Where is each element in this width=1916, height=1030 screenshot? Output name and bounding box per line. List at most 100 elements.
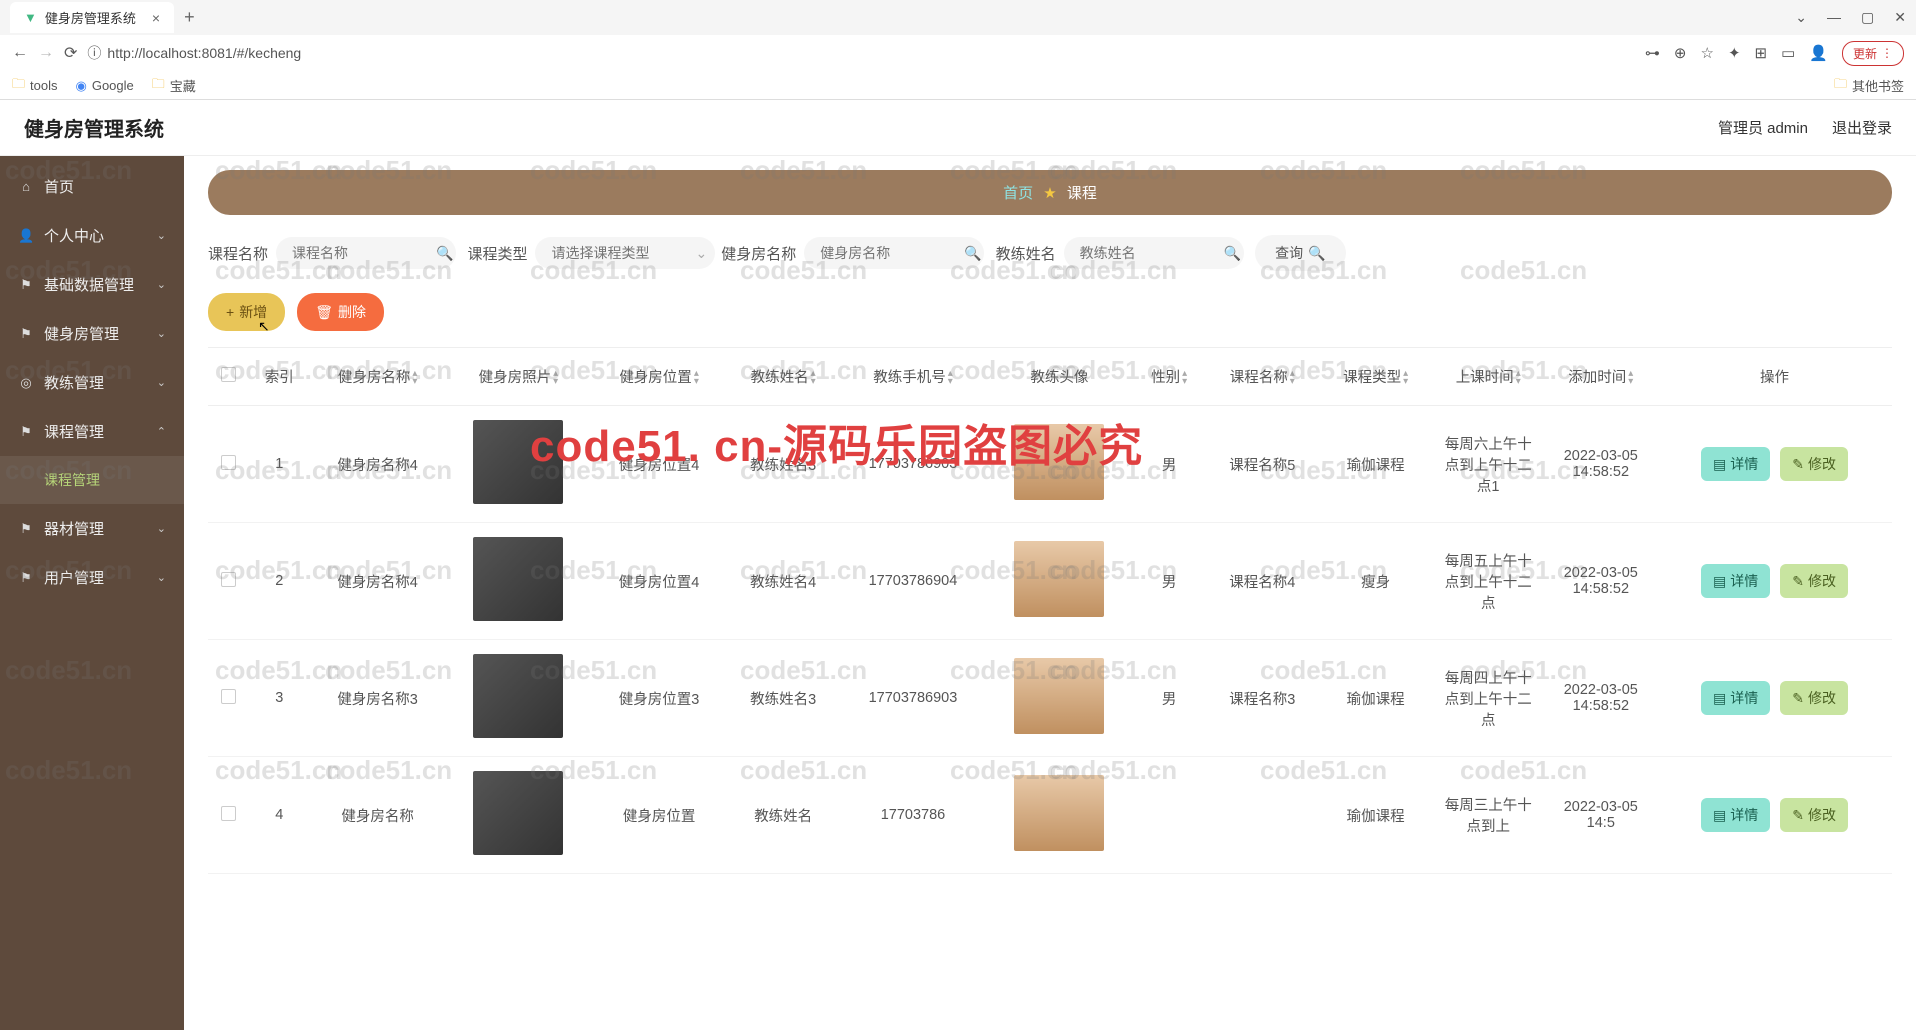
- browser-chrome: ▼ 健身房管理系统 × + ⌄ — ▢ ✕ ← → ⟳ ⓘ http://loc…: [0, 0, 1916, 100]
- detail-button[interactable]: ▤详情: [1701, 564, 1770, 598]
- sidebar-item-equipment[interactable]: ⚑ 器材管理 ⌄: [0, 504, 184, 553]
- table-header-row: 索引 健身房名称▴▾ 健身房照片▴▾ 健身房位置▴▾ 教练姓名▴▾ 教练手机号▴…: [208, 348, 1892, 406]
- search-coach-label: 教练姓名: [996, 243, 1056, 264]
- col-gym-photo[interactable]: 健身房照片▴▾: [445, 348, 592, 406]
- sidebar-item-basedata[interactable]: ⚑ 基础数据管理 ⌄: [0, 260, 184, 309]
- cell-photo: [445, 640, 592, 757]
- search-name-input[interactable]: [276, 237, 456, 269]
- col-gender[interactable]: 性别▴▾: [1133, 348, 1205, 406]
- table-row: 3 健身房名称3 健身房位置3 教练姓名3 17703786903 男 课程名称…: [208, 640, 1892, 757]
- col-coach-name[interactable]: 教练姓名▴▾: [726, 348, 840, 406]
- new-tab-button[interactable]: +: [184, 7, 195, 28]
- close-tab-icon[interactable]: ×: [152, 10, 160, 26]
- update-button[interactable]: 更新⋮: [1842, 41, 1904, 66]
- sidebar-item-course[interactable]: ⚑ 课程管理 ⌃: [0, 407, 184, 456]
- profile-icon[interactable]: 👤: [1809, 44, 1828, 62]
- row-checkbox[interactable]: [221, 689, 236, 704]
- url-text: http://localhost:8081/#/kecheng: [107, 45, 301, 61]
- gym-photo[interactable]: [473, 537, 563, 621]
- sidebar-subitem-course-mgmt[interactable]: 课程管理: [0, 456, 184, 504]
- bookmark-google[interactable]: ◉Google: [75, 78, 133, 94]
- browser-tab[interactable]: ▼ 健身房管理系统 ×: [10, 2, 174, 33]
- cell-photo: [445, 757, 592, 874]
- key-icon[interactable]: ⊶: [1645, 44, 1660, 62]
- detail-button[interactable]: ▤详情: [1701, 447, 1770, 481]
- bookmark-other[interactable]: 🗀其他书签: [1834, 75, 1904, 97]
- gym-photo[interactable]: [473, 420, 563, 504]
- search-type-select[interactable]: [535, 237, 715, 269]
- col-added[interactable]: 添加时间▴▾: [1545, 348, 1658, 406]
- sidebar-item-users[interactable]: ⚑ 用户管理 ⌄: [0, 553, 184, 602]
- back-icon[interactable]: ←: [12, 44, 28, 62]
- edit-button[interactable]: ✎修改: [1780, 798, 1848, 832]
- bookmark-baocang[interactable]: 🗀宝藏: [152, 75, 196, 97]
- detail-button[interactable]: ▤详情: [1701, 798, 1770, 832]
- logout-link[interactable]: 退出登录: [1832, 117, 1892, 138]
- detail-button[interactable]: ▤详情: [1701, 681, 1770, 715]
- col-index[interactable]: 索引: [248, 348, 311, 406]
- row-checkbox[interactable]: [221, 806, 236, 821]
- coach-avatar[interactable]: [1014, 775, 1104, 851]
- close-window-icon[interactable]: ✕: [1894, 9, 1906, 26]
- gym-photo[interactable]: [473, 654, 563, 738]
- cell-ops: ▤详情 ✎修改: [1657, 757, 1892, 874]
- minimize-icon[interactable]: —: [1827, 9, 1841, 26]
- search-coach-input[interactable]: [1064, 237, 1244, 269]
- puzzle-icon[interactable]: ⊞: [1755, 44, 1768, 62]
- col-course-type[interactable]: 课程类型▴▾: [1319, 348, 1432, 406]
- breadcrumb: 首页 ★ 课程: [208, 170, 1892, 215]
- col-gym-name[interactable]: 健身房名称▴▾: [311, 348, 445, 406]
- bookmark-tools[interactable]: 🗀tools: [12, 75, 57, 97]
- coach-avatar[interactable]: [1014, 658, 1104, 734]
- zoom-icon[interactable]: ⊕: [1674, 44, 1687, 62]
- cell-gender: [1133, 757, 1205, 874]
- cell-time: 每周五上午十点到上午十二点: [1432, 523, 1545, 640]
- extension-icon[interactable]: ✦: [1728, 44, 1741, 62]
- coach-avatar[interactable]: [1014, 541, 1104, 617]
- col-time[interactable]: 上课时间▴▾: [1432, 348, 1545, 406]
- maximize-icon[interactable]: ▢: [1861, 9, 1874, 26]
- sidebar-item-home[interactable]: ⌂ 首页: [0, 162, 184, 211]
- cell-ops: ▤详情 ✎修改: [1657, 523, 1892, 640]
- row-checkbox[interactable]: [221, 572, 236, 587]
- cell-coach: 教练姓名: [726, 757, 840, 874]
- forward-icon[interactable]: →: [38, 44, 54, 62]
- cell-index: 3: [248, 640, 311, 757]
- flag-icon: ⚑: [18, 570, 34, 586]
- table-row: 2 健身房名称4 健身房位置4 教练姓名4 17703786904 男 课程名称…: [208, 523, 1892, 640]
- delete-button[interactable]: 🗑 删除: [297, 293, 384, 331]
- sidebar-item-gym[interactable]: ⚑ 健身房管理 ⌄: [0, 309, 184, 358]
- row-checkbox[interactable]: [221, 455, 236, 470]
- cell-course: [1205, 757, 1319, 874]
- pencil-icon: ✎: [1792, 690, 1804, 707]
- sidebar-item-profile[interactable]: 👤 个人中心 ⌄: [0, 211, 184, 260]
- add-button[interactable]: + 新增: [208, 293, 285, 331]
- edit-button[interactable]: ✎修改: [1780, 447, 1848, 481]
- coach-avatar[interactable]: [1014, 424, 1104, 500]
- query-button[interactable]: 查询🔍: [1255, 235, 1345, 271]
- cell-photo: [445, 406, 592, 523]
- col-coach-avatar[interactable]: 教练头像: [986, 348, 1133, 406]
- user-icon: 👤: [18, 228, 34, 244]
- cell-gender: 男: [1133, 523, 1205, 640]
- search-gym-input[interactable]: [804, 237, 984, 269]
- cell-gender: 男: [1133, 640, 1205, 757]
- main-content: 首页 ★ 课程 课程名称 🔍 课程类型 ⌄ 健身房名称 🔍 教练姓名: [184, 156, 1916, 1030]
- url-box[interactable]: ⓘ http://localhost:8081/#/kecheng: [87, 43, 1635, 63]
- breadcrumb-home[interactable]: 首页: [1003, 185, 1033, 202]
- edit-button[interactable]: ✎修改: [1780, 564, 1848, 598]
- chevron-down-icon[interactable]: ⌄: [1795, 9, 1807, 26]
- sidebar-item-coach[interactable]: ◎ 教练管理 ⌄: [0, 358, 184, 407]
- gym-photo[interactable]: [473, 771, 563, 855]
- flag-icon: ⚑: [18, 277, 34, 293]
- select-all-checkbox[interactable]: [221, 367, 236, 382]
- admin-label[interactable]: 管理员 admin: [1718, 117, 1808, 138]
- edit-button[interactable]: ✎修改: [1780, 681, 1848, 715]
- devices-icon[interactable]: ▭: [1781, 44, 1795, 62]
- col-gym-loc[interactable]: 健身房位置▴▾: [592, 348, 726, 406]
- cell-time: 每周三上午十点到上: [1432, 757, 1545, 874]
- col-coach-phone[interactable]: 教练手机号▴▾: [840, 348, 986, 406]
- star-icon[interactable]: ☆: [1701, 44, 1714, 62]
- reload-icon[interactable]: ⟳: [64, 43, 77, 63]
- col-course-name[interactable]: 课程名称▴▾: [1205, 348, 1319, 406]
